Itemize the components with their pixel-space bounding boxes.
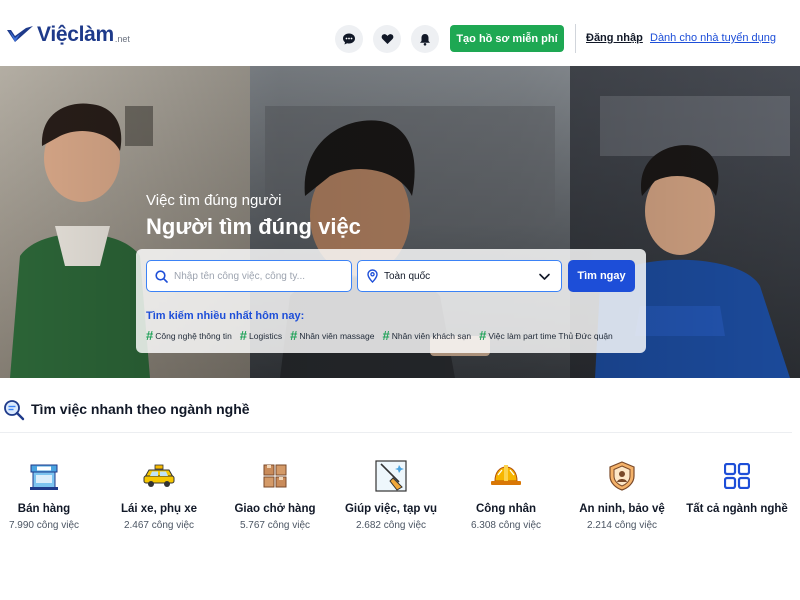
location-pin-icon [367,269,378,283]
category-all[interactable]: Tất cả ngành nghề [682,459,792,515]
chat-icon [343,33,355,45]
trending-tags: # Công nghệ thông tin # Logistics # Nhân vi… [146,328,613,343]
category-name: Công nhân [475,503,537,515]
hash-icon: # [479,328,487,343]
security-badge-icon [605,459,639,493]
category-delivery[interactable]: Giao chở hàng 5.767 công việc [220,459,330,531]
hash-icon: # [146,328,154,343]
category-count: 2.214 công việc [586,520,658,531]
logo-check-icon [7,26,33,42]
category-section-title: Tìm việc nhanh theo ngành nghề [31,401,250,417]
category-count: 5.767 công việc [239,520,311,531]
boxes-icon [258,459,292,493]
category-name: Lái xe, phụ xe [120,503,198,515]
hash-icon: # [239,328,248,343]
category-security[interactable]: An ninh, bảo vệ 2.214 công việc [567,459,677,531]
create-profile-button[interactable]: Tạo hồ sơ miễn phí [450,25,564,52]
favorites-button[interactable] [373,25,401,53]
taxi-icon [142,459,176,493]
category-driver[interactable]: Lái xe, phụ xe 2.467 công việc [104,459,214,531]
category-name: An ninh, bảo vệ [579,503,665,515]
location-select[interactable]: Toàn quốc [357,260,562,292]
site-header: Việclàm .net Tạo hồ sơ miễn phí Đăng nhậ… [0,0,800,66]
category-worker[interactable]: Công nhân 6.308 công việc [451,459,561,531]
chevron-down-icon [539,273,550,280]
trending-tag[interactable]: # Việc làm part time Thủ Đức quận [479,328,613,343]
category-count: 7.990 công việc [8,520,80,531]
category-name: Giao chở hàng [234,503,316,515]
employer-link[interactable]: Dành cho nhà tuyển dụng [650,32,776,44]
logo[interactable]: Việclàm .net [6,24,130,46]
trending-label: Tìm kiếm nhiều nhất hôm nay: [146,310,305,322]
hash-icon: # [290,328,298,343]
heart-icon [381,34,393,44]
trending-tag[interactable]: # Logistics [240,328,282,343]
category-name: Bán hàng [17,503,71,515]
location-value: Toàn quốc [384,270,431,282]
category-count: 6.308 công việc [470,520,542,531]
category-name: Giúp việc, tạp vụ [344,503,438,515]
trending-tag[interactable]: # Nhân viên khách sạn [382,328,471,343]
notifications-button[interactable] [411,25,439,53]
login-link[interactable]: Đăng nhập [586,32,643,44]
hardhat-icon [489,459,523,493]
cleaning-icon [374,459,408,493]
category-count: 2.467 công việc [123,520,195,531]
category-name: Tất cả ngành nghề [686,503,788,515]
trending-tag[interactable]: # Nhân viên massage [290,328,374,343]
category-section: Tìm việc nhanh theo ngành nghề Bán hàng … [0,386,792,586]
magnifier-list-icon [4,400,25,421]
search-panel: Nhập tên công việc, công ty... Toàn quốc… [136,249,646,353]
chat-button[interactable] [335,25,363,53]
shop-icon [27,459,61,493]
search-icon [155,269,168,283]
header-divider [575,24,576,53]
hero-title: Người tìm đúng việc [146,214,361,239]
trending-tag[interactable]: # Công nghệ thông tin [146,328,232,343]
category-count: 2.682 công việc [355,520,427,531]
category-housekeeping[interactable]: Giúp việc, tạp vụ 2.682 công việc [336,459,446,531]
hash-icon: # [382,328,390,343]
search-placeholder: Nhập tên công việc, công ty... [174,270,306,282]
hero-subtitle: Việc tìm đúng người [146,192,282,209]
bell-icon [420,33,430,46]
grid-icon [720,459,754,493]
hero-banner: Việc tìm đúng người Người tìm đúng việc … [0,66,800,378]
logo-suffix: .net [114,34,130,44]
category-section-header: Tìm việc nhanh theo ngành nghề [0,386,792,433]
logo-text: Việclàm [37,23,114,46]
job-search-input[interactable]: Nhập tên công việc, công ty... [146,260,352,292]
search-button[interactable]: Tìm ngay [568,260,635,292]
category-sales[interactable]: Bán hàng 7.990 công việc [0,459,99,531]
